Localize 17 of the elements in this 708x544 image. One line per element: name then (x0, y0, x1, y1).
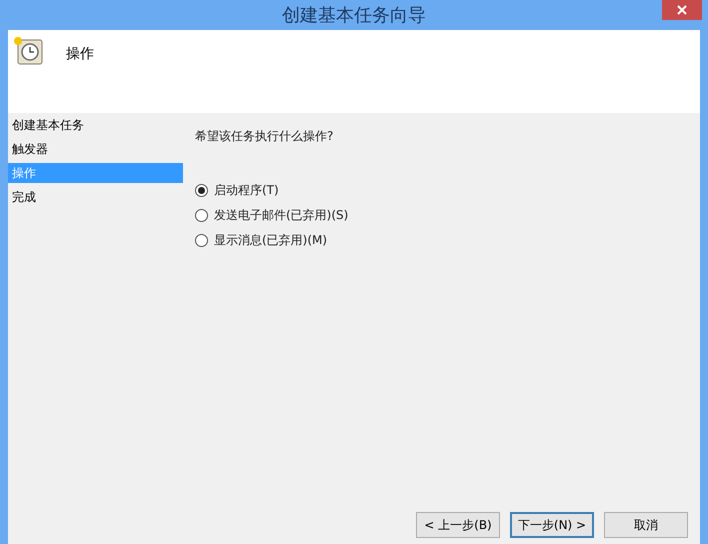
dialog-button[interactable]: 下一步(N) > (510, 512, 594, 538)
close-icon (677, 5, 687, 15)
step-item[interactable]: 触发器 (8, 139, 183, 159)
page-heading: 操作 (66, 45, 94, 64)
radio-option[interactable]: 发送电子邮件(已弃用)(S) (195, 206, 688, 224)
close-button[interactable] (662, 0, 702, 20)
dialog-button[interactable]: < 上一步(B) (416, 512, 500, 538)
radio-button[interactable] (195, 208, 208, 222)
radio-button[interactable] (195, 184, 208, 196)
window-title: 创建基本任务向导 (282, 4, 426, 28)
dialog-button[interactable]: 取消 (604, 512, 688, 538)
step-item[interactable]: 完成 (8, 187, 183, 207)
step-item[interactable]: 创建基本任务 (8, 115, 183, 135)
radio-button[interactable] (195, 234, 208, 246)
radio-option[interactable]: 启动程序(T) (195, 181, 688, 199)
radio-option[interactable]: 显示消息(已弃用)(M) (195, 231, 688, 249)
question-text: 希望该任务执行什么操作? (195, 128, 334, 145)
